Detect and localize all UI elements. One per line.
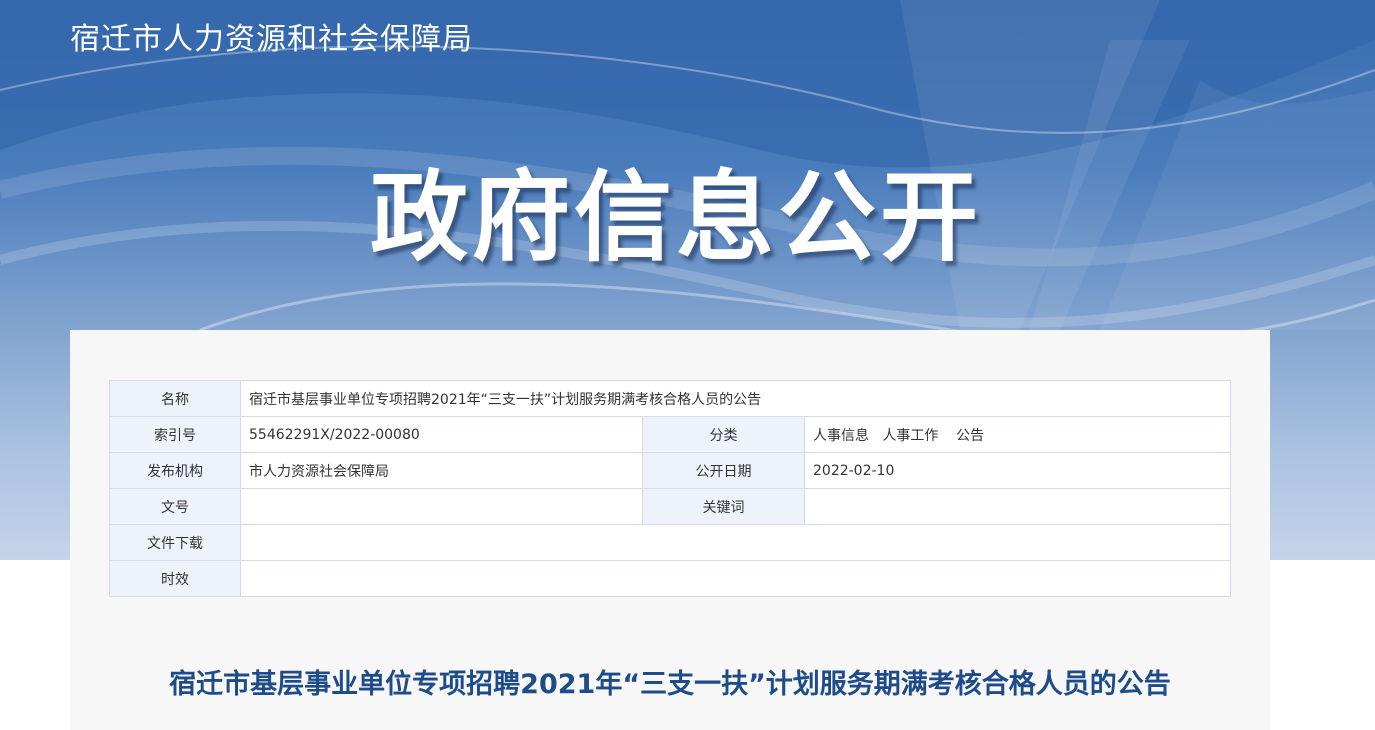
table-row: 发布机构 市人力资源社会保障局 公开日期 2022-02-10 xyxy=(109,452,1232,489)
table-row: 文件下载 xyxy=(109,524,1232,561)
category-label: 分类 xyxy=(642,416,805,453)
site-title[interactable]: 宿迁市人力资源和社会保障局 xyxy=(70,14,473,58)
article-title: 宿迁市基层事业单位专项招聘2021年“三支一扶”计划服务期满考核合格人员的公告 xyxy=(169,669,1171,700)
index-value: 55462291X/2022-00080 xyxy=(240,416,643,453)
name-label: 名称 xyxy=(109,380,241,417)
index-label: 索引号 xyxy=(109,416,241,453)
info-table: 名称 宿迁市基层事业单位专项招聘2021年“三支一扶”计划服务期满考核合格人员的… xyxy=(109,380,1232,597)
doc-number-label: 文号 xyxy=(109,488,241,525)
table-row: 文号 关键词 xyxy=(109,488,1232,525)
content-panel: 名称 宿迁市基层事业单位专项招聘2021年“三支一扶”计划服务期满考核合格人员的… xyxy=(70,330,1270,730)
table-row: 名称 宿迁市基层事业单位专项招聘2021年“三支一扶”计划服务期满考核合格人员的… xyxy=(109,380,1232,417)
hero-title: 政府信息公开 xyxy=(370,161,983,275)
date-value: 2022-02-10 xyxy=(803,452,1232,489)
publisher-label: 发布机构 xyxy=(109,452,241,489)
validity-label: 时效 xyxy=(109,560,241,597)
name-value: 宿迁市基层事业单位专项招聘2021年“三支一扶”计划服务期满考核合格人员的公告 xyxy=(239,380,1232,417)
doc-number-value xyxy=(240,488,643,525)
keywords-value xyxy=(803,488,1232,525)
date-label: 公开日期 xyxy=(642,452,805,489)
validity-value xyxy=(239,560,1232,597)
category-value: 人事信息 人事工作 公告 xyxy=(803,416,1232,453)
table-row: 索引号 55462291X/2022-00080 分类 人事信息 人事工作 公告 xyxy=(109,416,1232,453)
file-download-value[interactable] xyxy=(239,524,1232,561)
keywords-label: 关键词 xyxy=(642,488,805,525)
publisher-value: 市人力资源社会保障局 xyxy=(240,452,643,489)
file-download-label: 文件下载 xyxy=(109,524,241,561)
table-row: 时效 xyxy=(109,560,1232,597)
